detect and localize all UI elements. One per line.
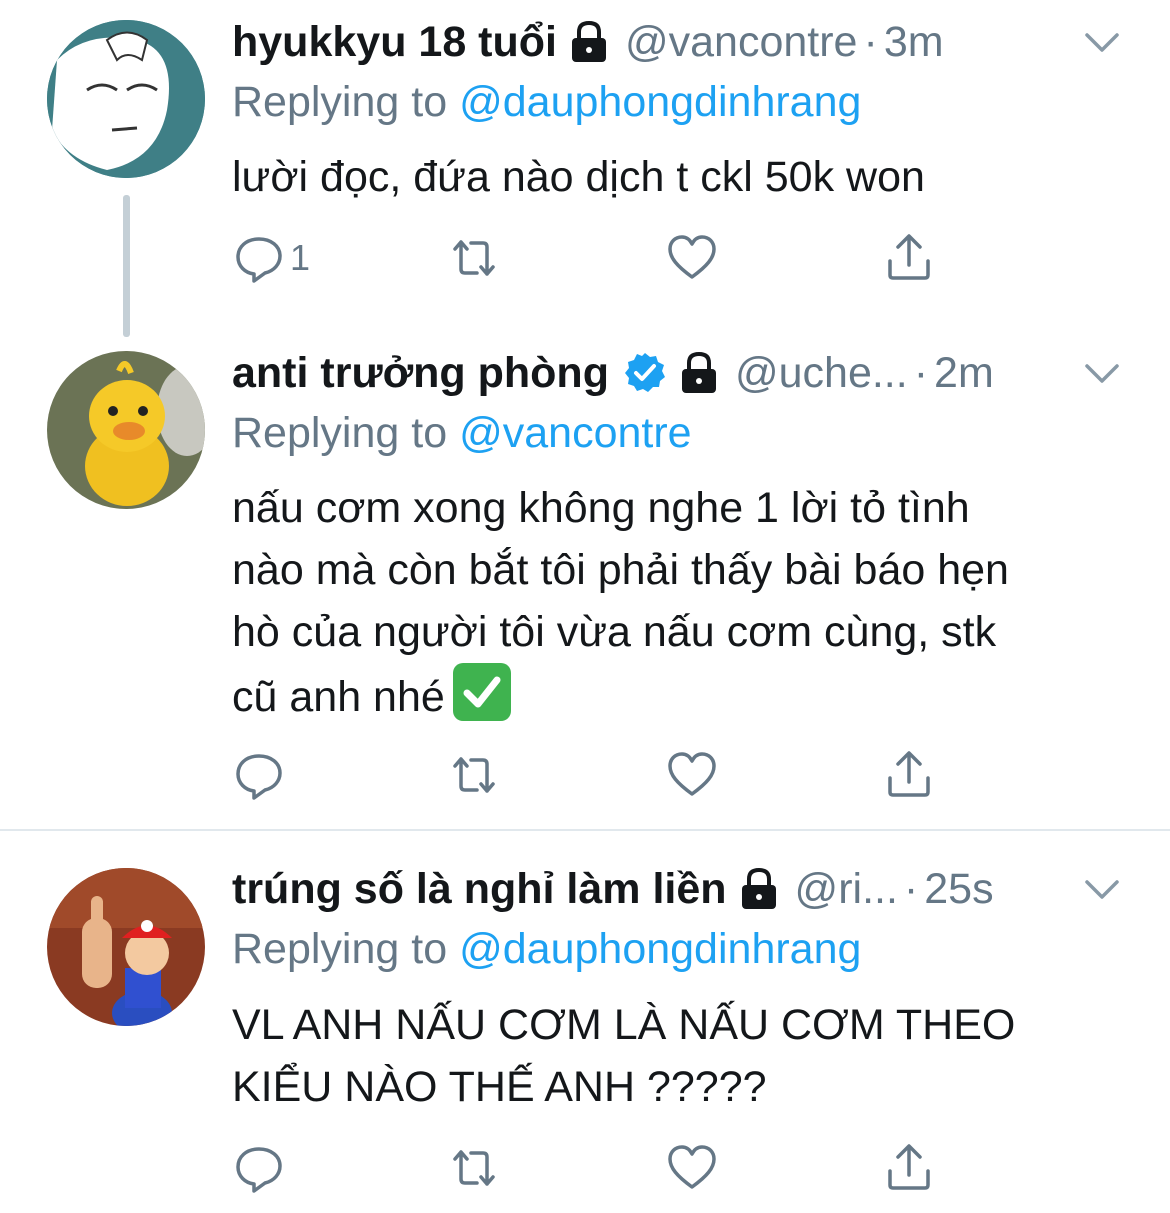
action-bar: [232, 745, 952, 805]
reply-button[interactable]: [232, 745, 290, 805]
timestamp[interactable]: 25s: [924, 865, 993, 914]
tweet-header: anti trưởng phòng @uche... · 2m: [232, 343, 1130, 403]
display-name[interactable]: trúng số là nghỉ làm liền: [232, 865, 727, 914]
chevron-down-icon[interactable]: [1082, 22, 1122, 62]
lock-icon: [569, 20, 609, 64]
reply-icon: [236, 1147, 282, 1193]
share-icon: [888, 751, 930, 797]
like-icon: [668, 235, 716, 279]
tweet-header: hyukkyu 18 tuổi @vancontre · 3m: [232, 12, 1130, 72]
chevron-down-icon[interactable]: [1082, 353, 1122, 393]
verified-icon: [623, 351, 667, 395]
timestamp[interactable]: 2m: [934, 349, 994, 398]
separator: ·: [913, 348, 929, 397]
handle[interactable]: @vancontre: [625, 18, 858, 67]
action-bar: 1: [232, 228, 952, 288]
share-icon: [888, 234, 930, 280]
like-button[interactable]: [665, 1138, 719, 1198]
lock-icon: [739, 867, 779, 911]
replying-prefix: Replying to: [232, 925, 448, 973]
retweet-button[interactable]: [447, 1138, 501, 1198]
replying-to-link[interactable]: @dauphongdinhrang: [459, 925, 861, 973]
display-name[interactable]: hyukkyu 18 tuổi: [232, 18, 557, 67]
reply-button[interactable]: [232, 1138, 290, 1198]
avatar[interactable]: [47, 868, 205, 1026]
like-icon: [668, 752, 716, 796]
action-bar: [232, 1138, 952, 1198]
replying-to: Replying to @dauphongdinhrang: [232, 78, 861, 127]
handle[interactable]: @ri...: [795, 865, 898, 914]
display-name[interactable]: anti trưởng phòng: [232, 349, 609, 398]
share-button[interactable]: [882, 745, 936, 805]
timestamp[interactable]: 3m: [884, 18, 944, 67]
share-icon: [888, 1144, 930, 1190]
avatar[interactable]: [47, 20, 205, 178]
retweet-button[interactable]: [447, 745, 501, 805]
share-button[interactable]: [882, 1138, 936, 1198]
reply-button[interactable]: 1: [232, 228, 310, 288]
reply-count: 1: [290, 237, 311, 278]
replying-to: Replying to @vancontre: [232, 409, 692, 458]
replying-prefix: Replying to: [232, 78, 448, 126]
tweet-text-body: nấu cơm xong không nghe 1 lời tỏ tình nà…: [232, 484, 1009, 721]
reply-icon: [236, 237, 282, 283]
separator: ·: [903, 864, 919, 913]
handle[interactable]: @uche...: [735, 349, 908, 398]
chevron-down-icon[interactable]: [1082, 869, 1122, 909]
replying-to-link[interactable]: @dauphongdinhrang: [459, 78, 861, 126]
retweet-icon: [453, 757, 495, 793]
reply-icon: [236, 754, 282, 800]
divider: [0, 829, 1170, 831]
share-button[interactable]: [882, 228, 936, 288]
tweet-text: lười đọc, đứa nào dịch t ckl 50k won: [232, 153, 925, 201]
replying-to: Replying to @dauphongdinhrang: [232, 925, 861, 974]
replying-to-link[interactable]: @vancontre: [459, 409, 692, 457]
like-button[interactable]: [665, 228, 719, 288]
tweet-text: nấu cơm xong không nghe 1 lời tỏ tình nà…: [232, 477, 1132, 728]
like-icon: [668, 1145, 716, 1189]
tweet-header: trúng số là nghỉ làm liền @ri... · 25s: [232, 859, 1130, 919]
tweet-text: VL ANH NẤU CƠM LÀ NẤU CƠM THEO KIỂU NÀO …: [232, 1001, 1016, 1111]
avatar[interactable]: [47, 351, 205, 509]
thread-line: [123, 195, 130, 337]
replying-prefix: Replying to: [232, 409, 448, 457]
retweet-icon: [453, 1150, 495, 1186]
like-button[interactable]: [665, 745, 719, 805]
retweet-icon: [453, 240, 495, 276]
lock-icon: [679, 351, 719, 395]
separator: ·: [863, 17, 878, 66]
retweet-button[interactable]: [447, 228, 501, 288]
check-mark-emoji-icon: [452, 663, 511, 721]
